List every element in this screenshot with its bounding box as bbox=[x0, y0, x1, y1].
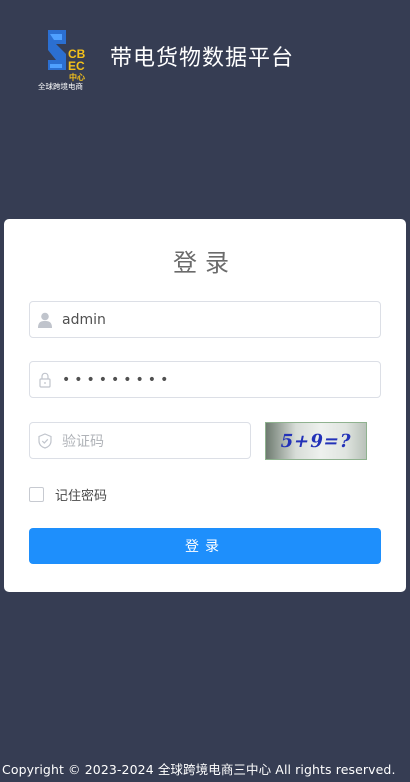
app-title: 带电货物数据平台 bbox=[110, 46, 295, 71]
remember-password[interactable]: 记住密码 bbox=[29, 485, 107, 504]
remember-checkbox[interactable] bbox=[29, 487, 44, 502]
remember-label: 记住密码 bbox=[55, 489, 108, 504]
lock-icon bbox=[38, 372, 52, 388]
captcha-field[interactable]: 验证码 bbox=[29, 422, 251, 459]
captcha-image[interactable]: 5+9=? bbox=[265, 422, 367, 460]
svg-text:全球跨境电商: 全球跨境电商 bbox=[38, 81, 83, 91]
password-value: ••••••••• bbox=[62, 371, 173, 388]
svg-text:EC: EC bbox=[68, 59, 85, 73]
captcha-image-text: 5+9=? bbox=[278, 430, 354, 452]
login-card: 登录 admin ••••••••• 验证码 5+9=? 记住密码 登录 bbox=[4, 219, 406, 592]
login-button[interactable]: 登录 bbox=[29, 528, 381, 564]
cbec-logo: CB EC 中心 全球跨境电商 bbox=[36, 26, 96, 92]
shield-check-icon bbox=[38, 432, 52, 449]
username-field[interactable]: admin bbox=[29, 301, 381, 338]
password-field[interactable]: ••••••••• bbox=[29, 361, 381, 398]
login-title: 登录 bbox=[173, 249, 237, 277]
copyright-footer: Copyright © 2023-2024 全球跨境电商三中心 All righ… bbox=[2, 762, 396, 777]
app-header: CB EC 中心 全球跨境电商 带电货物数据平台 bbox=[36, 26, 294, 92]
svg-text:中心: 中心 bbox=[69, 72, 85, 82]
captcha-placeholder: 验证码 bbox=[62, 433, 104, 450]
username-value: admin bbox=[62, 311, 106, 328]
user-icon bbox=[38, 312, 52, 328]
